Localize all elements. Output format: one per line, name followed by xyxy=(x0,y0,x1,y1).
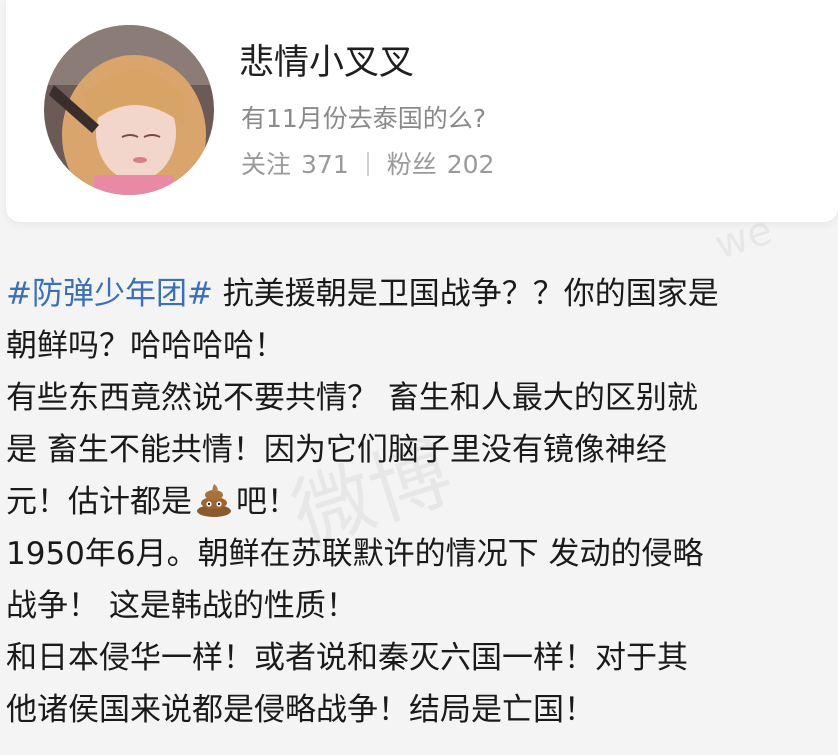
post-line: 是 畜生不能共情！因为它们脑子里没有镜像神经 xyxy=(6,432,667,468)
following-label: 关注 xyxy=(241,150,292,179)
user-profile-card[interactable]: 悲情小叉叉 有11月份去泰国的么? 关注 371 粉丝 202 xyxy=(6,0,838,222)
following-count: 371 xyxy=(301,150,349,179)
post-line: 元！估计都是 吧！ xyxy=(6,476,836,528)
followers-label: 粉丝 xyxy=(386,150,437,179)
followers-link[interactable]: 粉丝 202 xyxy=(387,150,495,179)
avatar[interactable] xyxy=(44,25,214,195)
followers-count: 202 xyxy=(446,150,495,179)
post-line: 和日本侵华一样！或者说和秦灭六国一样！对于其 xyxy=(6,640,688,676)
post-line: 战争！ 这是韩战的性质！ xyxy=(6,588,357,624)
post-line: #防弹少年团# 抗美援朝是卫国战争？？你的国家是 xyxy=(6,268,836,320)
user-bio: 有11月份去泰国的么? xyxy=(241,104,487,133)
post-text: 元！估计都是 xyxy=(6,484,192,520)
post-line: 他诸侯国来说都是侵略战争！结局是亡国！ xyxy=(6,692,595,728)
poop-emoji-icon xyxy=(195,480,233,518)
post-line: 朝鲜吗？哈哈哈哈！ xyxy=(6,328,285,364)
post-text: 吧！ xyxy=(236,484,298,520)
post-line: 有些东西竟然说不要共情？ 畜生和人最大的区别就 xyxy=(6,380,698,416)
username[interactable]: 悲情小叉叉 xyxy=(239,40,414,86)
post-text: 抗美援朝是卫国战争？？你的国家是 xyxy=(212,276,719,312)
follow-stats: 关注 371 粉丝 202 xyxy=(241,146,494,184)
following-link[interactable]: 关注 371 xyxy=(241,150,349,179)
avatar-image xyxy=(44,25,214,195)
hashtag-link[interactable]: #防弹少年团# xyxy=(6,276,213,312)
stats-divider xyxy=(366,152,369,176)
post-line: 1950年6月。朝鲜在苏联默许的情况下 发动的侵略 xyxy=(6,536,704,572)
post-content: #防弹少年团# 抗美援朝是卫国战争？？你的国家是 朝鲜吗？哈哈哈哈！ 有些东西竟… xyxy=(6,268,836,736)
